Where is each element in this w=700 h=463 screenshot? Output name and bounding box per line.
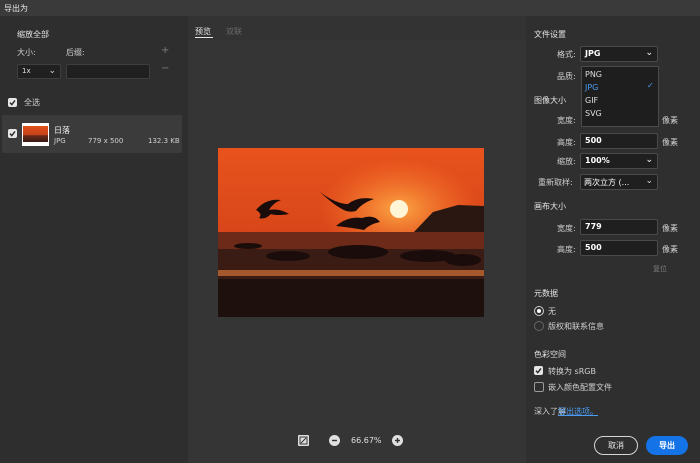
image-height-input[interactable]: 500 [580,133,658,149]
format-value: JPG [585,49,601,58]
image-scale-value: 100% [585,156,610,165]
chevron-down-icon: ⌄ [645,155,653,165]
convert-srgb-checkbox[interactable] [534,366,543,375]
canvas-width-value: 779 [585,222,602,231]
fit-screen-icon[interactable] [298,435,309,446]
image-scale-label: 缩放: [557,157,576,166]
format-option-jpg[interactable]: JPG [585,83,598,92]
chevron-down-icon: ⌄ [645,48,653,58]
canvas-height-value: 500 [585,243,602,252]
scale-select[interactable]: 1x ⌄ [17,64,61,79]
format-option-svg[interactable]: SVG [585,109,602,118]
image-width-unit: 像素 [662,116,678,125]
canvas-width-label: 宽度: [557,224,576,233]
metadata-title: 元数据 [534,289,558,298]
asset-checkbox[interactable] [8,129,17,138]
asset-format: JPG [54,137,66,145]
image-height-unit: 像素 [662,138,678,147]
resample-label: 重新取样: [538,178,573,187]
reset-button[interactable]: 复位 [653,264,667,274]
suffix-label: 后缀: [66,48,85,57]
metadata-none-label: 无 [548,307,556,316]
format-option-png[interactable]: PNG [585,70,602,79]
select-all-checkbox[interactable] [8,98,17,107]
metadata-copyright-label: 版权和联系信息 [548,322,604,331]
scale-all-title: 缩放全部 [17,30,49,39]
select-all-label: 全选 [24,98,40,107]
zoom-level: 66.67% [351,436,382,445]
tab-2up[interactable]: 双联 [226,26,242,37]
asset-filesize: 132.3 KB [148,137,180,145]
left-panel: 缩放全部 大小: 后缀: + 1x ⌄ − 全选 日落 JPG 779 x 50… [0,16,188,463]
checkmark-icon [535,367,542,374]
color-space-title: 色彩空间 [534,350,566,359]
window-title: 导出为 [4,4,28,13]
asset-name: 日落 [54,126,70,135]
file-settings-title: 文件设置 [534,30,566,39]
checkmark-icon [9,99,16,106]
export-button[interactable]: 导出 [646,436,688,455]
checkmark-icon [9,130,16,137]
zoom-out-icon[interactable] [329,435,340,446]
asset-dimensions: 779 x 500 [88,137,124,145]
learn-more-link[interactable]: 导出选项。 [558,406,598,417]
canvas-width-unit: 像素 [662,224,678,233]
resample-select[interactable]: 两次立方 (... ⌄ [580,174,658,190]
selected-check-icon: ✓ [647,81,654,90]
scale-value: 1x [22,67,31,75]
canvas-width-input[interactable]: 779 [580,219,658,235]
asset-row[interactable]: 日落 JPG 779 x 500 132.3 KB [2,115,182,153]
canvas-height-label: 高度: [557,245,576,254]
image-height-value: 500 [585,136,602,145]
zoom-in-icon[interactable] [392,435,403,446]
format-dropdown-menu: PNG JPG ✓ GIF SVG [581,66,659,127]
convert-srgb-label: 转换为 sRGB [548,367,596,376]
tab-preview[interactable]: 预览 [195,26,211,37]
image-height-label: 高度: [557,138,576,147]
resample-value: 两次立方 (... [584,178,630,187]
title-bar: 导出为 [0,0,700,16]
canvas-height-unit: 像素 [662,245,678,254]
suffix-input[interactable] [66,64,150,79]
format-select[interactable]: JPG ⌄ [580,46,658,62]
format-label: 格式: [557,50,576,59]
chevron-down-icon: ⌄ [645,176,653,186]
metadata-copyright-radio[interactable] [534,321,544,331]
embed-profile-label: 嵌入颜色配置文件 [548,383,612,392]
asset-thumbnail [22,123,49,146]
format-option-gif[interactable]: GIF [585,96,598,105]
metadata-none-radio[interactable] [534,306,544,316]
image-size-title: 图像大小 [534,96,566,105]
cancel-button[interactable]: 取消 [594,436,638,455]
canvas-size-title: 画布大小 [534,202,566,211]
chevron-down-icon: ⌄ [48,66,56,76]
embed-profile-checkbox[interactable] [534,382,544,392]
remove-scale-icon[interactable]: − [161,63,169,74]
size-label: 大小: [17,48,36,57]
add-scale-icon[interactable]: + [161,45,169,56]
canvas-height-input[interactable]: 500 [580,240,658,256]
image-width-label: 宽度: [557,116,576,125]
export-as-dialog: 导出为 缩放全部 大小: 后缀: + 1x ⌄ − 全选 日落 JPG 779 … [0,0,700,463]
image-scale-select[interactable]: 100% ⌄ [580,153,658,169]
quality-label: 品质: [557,72,576,81]
tab-preview-underline [195,37,213,38]
preview-image [218,148,484,317]
